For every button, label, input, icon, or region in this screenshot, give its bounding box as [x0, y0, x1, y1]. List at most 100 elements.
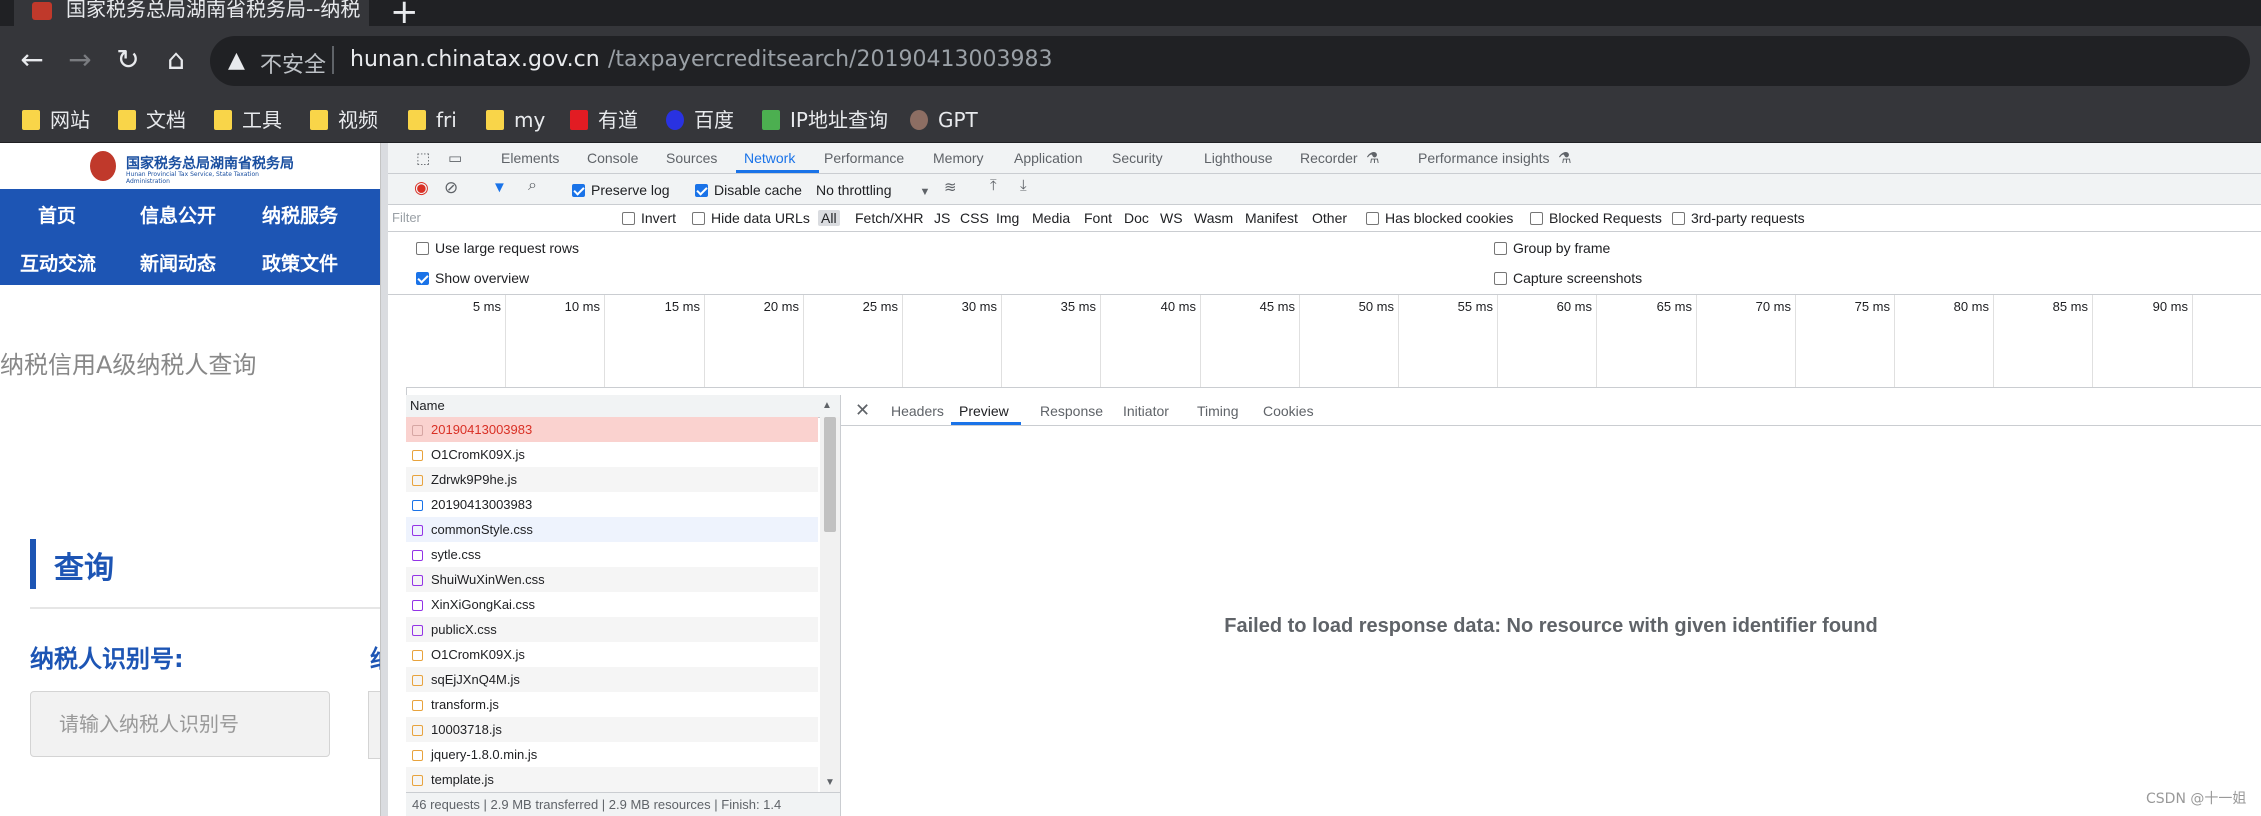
bookmark-item[interactable]: 有道: [570, 106, 638, 134]
checkbox-icon[interactable]: [1672, 212, 1685, 225]
filter-input[interactable]: Filter: [392, 208, 592, 228]
tab-security[interactable]: Security: [1112, 150, 1163, 166]
request-row[interactable]: template.js: [406, 767, 818, 792]
url-path[interactable]: /taxpayercreditsearch/20190413003983: [608, 47, 1052, 72]
invert-checkbox[interactable]: Invert: [622, 210, 676, 226]
device-toolbar-icon[interactable]: ▭: [448, 149, 462, 167]
tab-network[interactable]: Network: [744, 150, 795, 166]
second-field-input[interactable]: [368, 691, 380, 759]
taxpayer-id-input[interactable]: 请输入纳税人识别号: [30, 691, 330, 757]
network-overview[interactable]: 5 ms 10 ms 15 ms 20 ms 25 ms 30 ms 35 ms 40 ms 4…: [406, 295, 2261, 388]
disable-cache-checkbox[interactable]: Disable cache: [695, 182, 802, 198]
security-label[interactable]: 不安全: [260, 47, 326, 79]
sort-up-icon[interactable]: ▲: [822, 395, 832, 417]
export-har-icon[interactable]: ⤓: [1020, 177, 1027, 194]
checkbox-checked-icon[interactable]: [416, 272, 429, 285]
nav-home[interactable]: 首页: [38, 201, 76, 228]
blocked-requests-checkbox[interactable]: Blocked Requests: [1530, 210, 1662, 226]
tab-recorder[interactable]: Recorder: [1300, 150, 1358, 166]
filter-type-fetch-xhr[interactable]: Fetch/XHR: [855, 210, 923, 226]
request-row[interactable]: sqEjJXnQ4M.js: [406, 667, 818, 692]
import-har-icon[interactable]: ⤒: [990, 177, 997, 194]
nav-tax-service[interactable]: 纳税服务: [262, 201, 338, 228]
filter-type-manifest[interactable]: Manifest: [1245, 210, 1298, 226]
tab-lighthouse[interactable]: Lighthouse: [1204, 150, 1273, 166]
checkbox-icon[interactable]: [416, 242, 429, 255]
nav-news[interactable]: 新闻动态: [140, 249, 216, 276]
filter-type-js[interactable]: JS: [934, 210, 950, 226]
bookmark-item[interactable]: 视频: [310, 106, 378, 134]
request-list-scrollbar[interactable]: ▼: [820, 417, 840, 792]
request-row[interactable]: publicX.css: [406, 617, 818, 642]
home-icon[interactable]: ⌂: [156, 40, 196, 80]
nav-info-disclosure[interactable]: 信息公开: [140, 201, 216, 228]
bookmark-item[interactable]: GPT: [910, 106, 978, 134]
request-row[interactable]: O1CromK09X.js: [406, 442, 818, 467]
capture-screenshots-checkbox[interactable]: Capture screenshots: [1494, 270, 1642, 286]
request-row[interactable]: XinXiGongKai.css: [406, 592, 818, 617]
scroll-down-icon[interactable]: ▼: [825, 777, 835, 788]
search-icon[interactable]: ⌕: [528, 177, 537, 195]
filter-type-other[interactable]: Other: [1312, 210, 1347, 226]
checkbox-checked-icon[interactable]: [572, 184, 585, 197]
checkbox-icon[interactable]: [1530, 212, 1543, 225]
tab-performance-insights[interactable]: Performance insights: [1418, 150, 1550, 166]
tab-performance[interactable]: Performance: [824, 150, 904, 166]
request-row[interactable]: 20190413003983: [406, 417, 818, 442]
forward-icon[interactable]: →: [60, 40, 100, 80]
checkbox-icon[interactable]: [1494, 242, 1507, 255]
preserve-log-checkbox[interactable]: Preserve log: [572, 182, 670, 198]
url-host[interactable]: hunan.chinatax.gov.cn: [350, 47, 600, 72]
clear-icon[interactable]: ⊘: [444, 178, 458, 198]
filter-type-wasm[interactable]: Wasm: [1194, 210, 1233, 226]
warning-icon[interactable]: ▲: [228, 48, 245, 73]
tab-sources[interactable]: Sources: [666, 150, 717, 166]
inspect-element-icon[interactable]: ⬚: [416, 149, 430, 167]
request-row[interactable]: sytle.css: [406, 542, 818, 567]
scrollbar-thumb[interactable]: [824, 417, 836, 532]
tab-response[interactable]: Response: [1040, 403, 1103, 419]
browser-tab[interactable]: 国家税务总局湖南省税务局--纳税: [14, 0, 369, 26]
bookmark-item[interactable]: 文档: [118, 106, 186, 134]
bookmark-item[interactable]: my: [486, 106, 545, 134]
throttling-select[interactable]: No throttling ▼: [816, 182, 930, 198]
request-row[interactable]: 20190413003983: [406, 492, 818, 517]
checkbox-icon[interactable]: [1494, 272, 1507, 285]
tab-memory[interactable]: Memory: [933, 150, 984, 166]
checkbox-checked-icon[interactable]: [695, 184, 708, 197]
bookmark-item[interactable]: IP地址查询: [762, 106, 888, 134]
bookmark-item[interactable]: 网站: [22, 106, 90, 134]
hide-data-urls-checkbox[interactable]: Hide data URLs: [692, 210, 810, 226]
filter-icon[interactable]: ▼: [492, 179, 507, 196]
name-column-header[interactable]: Name: [410, 395, 445, 417]
filter-type-font[interactable]: Font: [1084, 210, 1112, 226]
address-bar[interactable]: ▲ 不安全 hunan.chinatax.gov.cn /taxpayercre…: [210, 36, 2250, 86]
tab-headers[interactable]: Headers: [891, 403, 944, 419]
request-row[interactable]: O1CromK09X.js: [406, 642, 818, 667]
back-icon[interactable]: ←: [12, 40, 52, 80]
checkbox-icon[interactable]: [1366, 212, 1379, 225]
filter-type-all[interactable]: All: [818, 210, 840, 226]
tab-preview[interactable]: Preview: [959, 403, 1009, 419]
show-overview-checkbox[interactable]: Show overview: [416, 270, 529, 286]
filter-type-ws[interactable]: WS: [1160, 210, 1183, 226]
bookmark-item[interactable]: 百度: [666, 106, 734, 134]
filter-type-media[interactable]: Media: [1032, 210, 1070, 226]
request-row[interactable]: Zdrwk9P9he.js: [406, 467, 818, 492]
request-list-header[interactable]: Name ▲: [406, 395, 840, 418]
nav-interaction[interactable]: 互动交流: [20, 249, 96, 276]
filter-type-css[interactable]: CSS: [960, 210, 989, 226]
bookmark-item[interactable]: fri: [408, 106, 457, 134]
request-row[interactable]: transform.js: [406, 692, 818, 717]
filter-type-doc[interactable]: Doc: [1124, 210, 1149, 226]
tab-application[interactable]: Application: [1014, 150, 1083, 166]
record-icon[interactable]: ◉: [414, 178, 429, 198]
has-blocked-cookies-checkbox[interactable]: Has blocked cookies: [1366, 210, 1513, 226]
checkbox-icon[interactable]: [692, 212, 705, 225]
request-row[interactable]: commonStyle.css: [406, 517, 818, 542]
tab-initiator[interactable]: Initiator: [1123, 403, 1169, 419]
tab-cookies[interactable]: Cookies: [1263, 403, 1314, 419]
tab-elements[interactable]: Elements: [501, 150, 559, 166]
third-party-checkbox[interactable]: 3rd-party requests: [1672, 210, 1805, 226]
request-row[interactable]: 10003718.js: [406, 717, 818, 742]
